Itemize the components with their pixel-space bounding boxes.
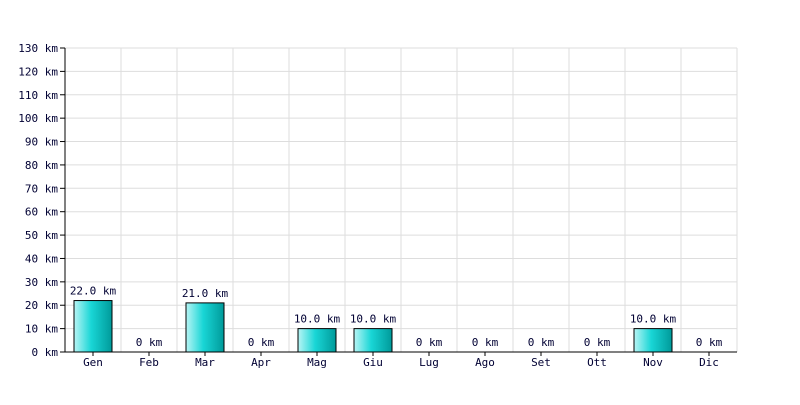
y-tick-label: 90 km — [25, 136, 58, 149]
y-tick-label: 80 km — [25, 159, 58, 172]
x-tick-label-gen: Gen — [83, 356, 103, 369]
bar-giu — [353, 328, 393, 353]
data-label-giu: 10.0 km — [350, 313, 397, 326]
x-tick-label-dic: Dic — [699, 356, 719, 369]
data-label-ago: 0 km — [472, 336, 499, 349]
y-tick-label: 10 km — [25, 323, 58, 336]
bar-chart: 0 km 10 km 20 km 30 km 40 km 50 km 60 km 70 km 8… — [0, 0, 800, 400]
y-tick-label: 100 km — [18, 112, 58, 125]
data-label-set: 0 km — [528, 336, 555, 349]
y-tick-label: 20 km — [25, 299, 58, 312]
x-tick-label-apr: Apr — [251, 356, 271, 369]
data-label-mar: 21.0 km — [182, 287, 229, 300]
chart-svg: 0 km 10 km 20 km 30 km 40 km 50 km 60 km 70 km 8… — [18, 42, 738, 369]
y-tick-label: 130 km — [18, 42, 58, 55]
x-tick-label-mag: Mag — [307, 356, 327, 369]
y-tick-label: 70 km — [25, 182, 58, 195]
data-label-apr: 0 km — [248, 336, 275, 349]
x-tick-label-mar: Mar — [195, 356, 215, 369]
x-tick-label-lug: Lug — [419, 356, 439, 369]
y-tick-label: 120 km — [18, 65, 58, 78]
y-tick-label: 50 km — [25, 229, 58, 242]
y-tick-label: 110 km — [18, 89, 58, 102]
data-label-ott: 0 km — [584, 336, 611, 349]
data-label-nov: 10.0 km — [630, 313, 677, 326]
data-label-feb: 0 km — [136, 336, 163, 349]
bar-gen — [73, 300, 113, 353]
x-tick-label-ott: Ott — [587, 356, 607, 369]
grid-layer — [65, 47, 738, 352]
data-label-dic: 0 km — [696, 336, 723, 349]
y-tick-label: 0 km — [32, 346, 59, 359]
y-tick-label: 40 km — [25, 252, 58, 265]
data-label-gen: 22.0 km — [70, 285, 117, 298]
x-tick-label-ago: Ago — [475, 356, 495, 369]
x-tick-label-feb: Feb — [139, 356, 159, 369]
data-label-lug: 0 km — [416, 336, 443, 349]
y-tick-label: 60 km — [25, 206, 58, 219]
bar-mag — [297, 328, 337, 353]
axis-layer: 0 km 10 km 20 km 30 km 40 km 50 km 60 km 70 km 8… — [18, 42, 737, 359]
y-tick-label: 30 km — [25, 276, 58, 289]
data-label-mag: 10.0 km — [294, 313, 341, 326]
x-tick-label-giu: Giu — [363, 356, 383, 369]
bar-nov — [633, 328, 673, 353]
bar-mar — [185, 302, 225, 353]
bar-layer — [73, 300, 673, 353]
x-tick-label-set: Set — [531, 356, 551, 369]
x-tick-label-nov: Nov — [643, 356, 663, 369]
